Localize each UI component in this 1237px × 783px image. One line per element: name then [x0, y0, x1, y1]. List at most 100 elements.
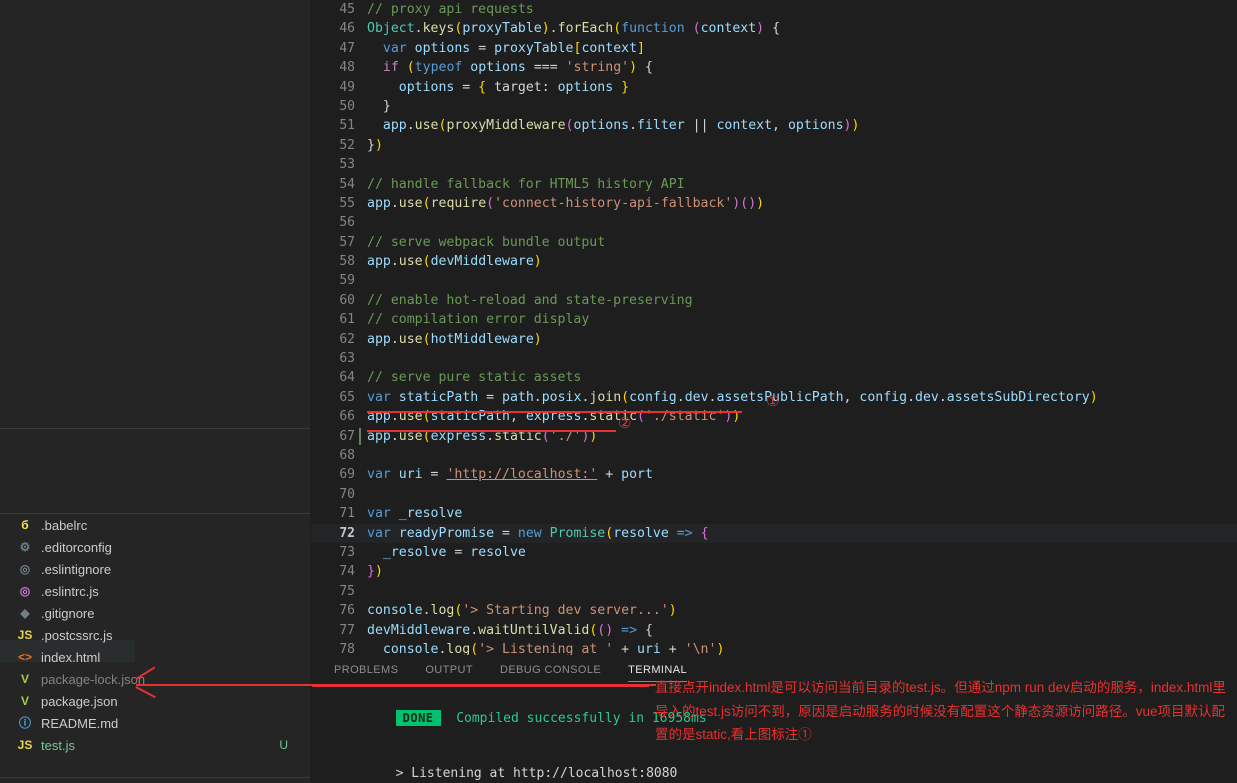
code-text: }) — [367, 137, 383, 153]
code-line[interactable]: 60 // enable hot-reload and state-preserv… — [311, 291, 1237, 310]
file-tree-item[interactable]: ◎ .eslintignore — [0, 558, 310, 580]
code-line[interactable]: 61 // compilation error display — [311, 310, 1237, 329]
line-number: 63 — [339, 351, 355, 367]
code-line[interactable]: 77 devMiddleware.waitUntilValid(() => { — [311, 621, 1237, 640]
line-number: 54 — [339, 176, 355, 192]
file-tree-item[interactable]: ⚙ .editorconfig — [0, 536, 310, 558]
annotation-underline-2 — [367, 430, 616, 432]
file-tree-item[interactable]: б .babelrc — [0, 514, 310, 536]
line-number: 75 — [339, 583, 355, 599]
line-number: 49 — [339, 79, 355, 95]
code-line[interactable]: 54 // handle fallback for HTML5 history A… — [311, 175, 1237, 194]
code-text: // serve pure static assets — [367, 370, 582, 386]
file-tree-item[interactable]: JS test.js U — [0, 734, 310, 756]
line-number: 57 — [339, 234, 355, 250]
code-line[interactable]: 72 var readyPromise = new Promise(resolve… — [311, 523, 1237, 543]
line-number: 71 — [339, 506, 355, 522]
terminal-listening-line: > Listening at http://localhost:8080 — [333, 751, 678, 783]
code-text: var _resolve — [367, 506, 463, 522]
eslint-icon: ◎ — [19, 584, 31, 598]
panel-tab-bar: PROBLEMS OUTPUT DEBUG CONSOLE TERMINAL — [311, 655, 714, 685]
file-tree-item[interactable]: ⓘ README.md — [0, 712, 310, 734]
code-line[interactable]: 51 app.use(proxyMiddleware(options.filte… — [311, 116, 1237, 135]
file-tree-item[interactable]: Vpackage.json — [0, 690, 310, 712]
gear-icon: ⚙ — [19, 540, 31, 554]
line-number: 55 — [339, 195, 355, 211]
eslint-icon: ◎ — [19, 562, 31, 576]
vscode-window: б .babelrc ⚙ .editorconfig ◎ .eslintignore ◎ .e… — [0, 0, 1237, 783]
code-line[interactable]: 75 — [311, 582, 1237, 601]
done-badge: DONE — [395, 710, 441, 726]
terminal-output[interactable]: DONE Compiled successfully in 16958ms > … — [311, 691, 1237, 783]
code-text: console.log('> Listening at ' + uri + '\… — [382, 641, 725, 655]
code-line[interactable]: 73 _resolve = resolve — [311, 543, 1237, 562]
code-line[interactable]: 50 } — [311, 97, 1237, 116]
line-number: 73 — [339, 544, 355, 560]
annotation-underline-1 — [367, 411, 742, 413]
code-line[interactable]: 49 options = { target: options } — [311, 78, 1237, 97]
terminal-status-message: Compiled successfully in 16958ms — [456, 711, 707, 726]
line-number: 68 — [339, 447, 355, 463]
file-tree-item[interactable]: ◆ .gitignore — [0, 602, 310, 624]
explorer-sidebar: б .babelrc ⚙ .editorconfig ◎ .eslintignore ◎ .e… — [0, 0, 310, 783]
code-line[interactable]: 46 Object.keys(proxyTable).forEach(functi… — [311, 19, 1237, 38]
cursor-line-marker — [359, 427, 361, 445]
panel-tab-debug-console[interactable]: DEBUG CONSOLE — [500, 655, 601, 685]
code-text: app.use(hotMiddleware) — [367, 331, 542, 347]
code-line[interactable]: 74}) — [311, 562, 1237, 581]
code-text: app.use(require('connect-history-api-fal… — [367, 195, 765, 211]
code-line[interactable]: 52}) — [311, 136, 1237, 155]
javascript-icon: JS — [17, 628, 33, 642]
code-line[interactable]: 68 — [311, 446, 1237, 465]
code-line[interactable]: 63 — [311, 349, 1237, 368]
file-tree-item[interactable]: Vpackage-lock.json — [0, 668, 310, 690]
vue-icon: V — [20, 672, 29, 686]
file-tree-item[interactable]: ◎ .eslintrc.js — [0, 580, 310, 602]
code-line[interactable]: 70 — [311, 485, 1237, 504]
code-line[interactable]: 58 app.use(devMiddleware) — [311, 252, 1237, 271]
file-name-label: README.md — [41, 715, 119, 731]
code-line[interactable]: 48 if (typeof options === 'string') { — [311, 58, 1237, 77]
code-line[interactable]: 55 app.use(require('connect-history-api-f… — [311, 194, 1237, 213]
line-number: 45 — [339, 2, 355, 17]
code-text: if (typeof options === 'string') { — [382, 60, 653, 76]
code-line[interactable]: 71 var _resolve — [311, 504, 1237, 523]
code-text: // proxy api requests — [367, 2, 534, 17]
line-number: 74 — [339, 564, 355, 580]
code-line[interactable]: 62 app.use(hotMiddleware) — [311, 330, 1237, 349]
code-text: devMiddleware.waitUntilValid(() => { — [367, 622, 653, 638]
code-line[interactable]: 47 var options = proxyTable[context] — [311, 39, 1237, 58]
file-tree-item[interactable]: JS .postcssrc.js — [0, 624, 310, 646]
line-number: 51 — [339, 118, 355, 134]
code-text: // enable hot-reload and state-preservin… — [367, 292, 693, 308]
line-number: 46 — [339, 21, 355, 37]
code-line[interactable]: 57 // serve webpack bundle output — [311, 233, 1237, 252]
html-icon: <> — [17, 650, 32, 664]
code-text: app.use(devMiddleware) — [367, 254, 542, 270]
code-line[interactable]: 56 — [311, 213, 1237, 232]
line-number: 56 — [339, 215, 355, 231]
line-number: 60 — [339, 292, 355, 308]
line-number: 52 — [339, 137, 355, 153]
code-editor[interactable]: 45 // proxy api requests 46 Object.keys(pro… — [311, 0, 1237, 655]
git-icon: ◆ — [20, 606, 30, 620]
file-tree-item[interactable]: <> index.html — [0, 646, 310, 668]
line-number: 77 — [339, 622, 355, 638]
code-line[interactable]: 45 // proxy api requests — [311, 0, 1237, 19]
panel-tab-output[interactable]: OUTPUT — [425, 655, 473, 685]
code-text: }) — [367, 564, 383, 580]
code-text: } — [367, 98, 391, 114]
code-line[interactable]: 53 — [311, 155, 1237, 174]
code-line[interactable]: 78 console.log('> Listening at ' + uri +… — [311, 640, 1237, 655]
code-text: var uri = 'http://localhost:' + port — [367, 467, 653, 483]
code-line[interactable]: 59 — [311, 271, 1237, 290]
explorer-bottom-divider — [0, 777, 310, 778]
code-text: // serve webpack bundle output — [367, 234, 606, 250]
line-number: 47 — [339, 40, 355, 56]
panel-tab-problems[interactable]: PROBLEMS — [334, 655, 398, 685]
code-line[interactable]: 76 console.log('> Starting dev server...'… — [311, 601, 1237, 620]
line-number: 59 — [339, 273, 355, 289]
code-line[interactable]: 64 // serve pure static assets — [311, 368, 1237, 387]
code-line[interactable]: 69 var uri = 'http://localhost:' + port — [311, 465, 1237, 484]
panel-tab-terminal[interactable]: TERMINAL — [628, 655, 687, 685]
